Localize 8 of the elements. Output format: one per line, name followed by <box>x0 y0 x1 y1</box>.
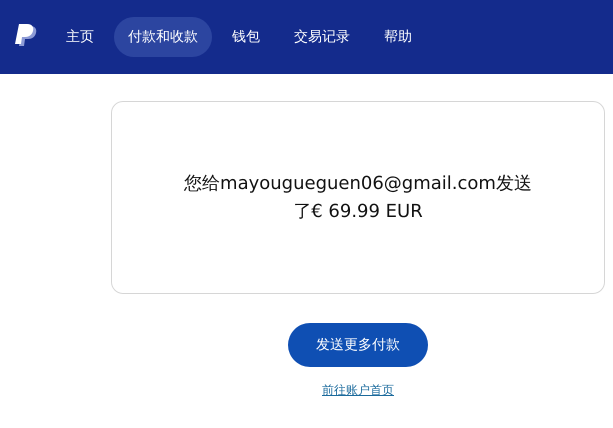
account-home-link[interactable]: 前往账户首页 <box>322 381 394 399</box>
nav-tab[interactable]: 主页 <box>52 17 108 57</box>
nav-tab[interactable]: 钱包 <box>218 17 274 57</box>
nav-tab[interactable]: 交易记录 <box>280 17 364 57</box>
nav-tab[interactable]: 帮助 <box>370 17 426 57</box>
confirmation-message: 您给mayougueguen06@gmail.com发送 了€ 69.99 EUR <box>184 172 532 224</box>
nav-tab[interactable]: 付款和收款 <box>114 17 212 57</box>
send-more-button[interactable]: 发送更多付款 <box>288 323 428 367</box>
